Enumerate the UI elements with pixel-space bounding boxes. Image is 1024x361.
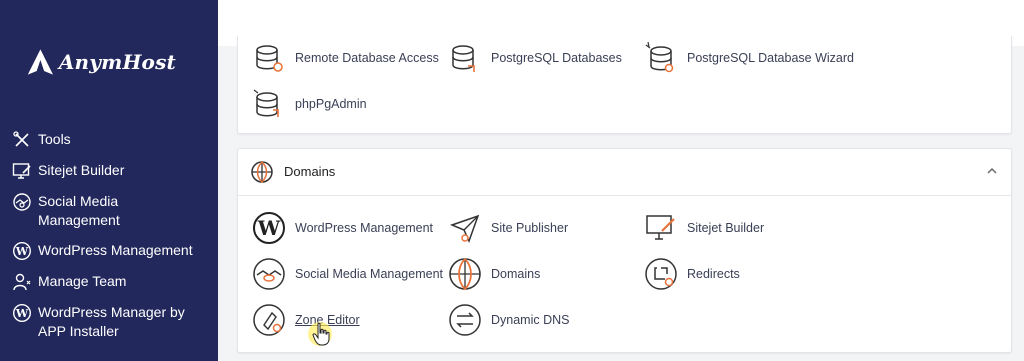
- sidebar-item-label: WordPress Manager by APP Installer: [38, 304, 185, 339]
- database-wizard-icon: [645, 41, 674, 73]
- tile-label: phpPgAdmin: [295, 97, 367, 111]
- dynamic-dns-icon: [449, 304, 481, 336]
- tile-wordpress-management[interactable]: W WordPress Management: [252, 211, 433, 245]
- tile-zone-editor[interactable]: Zone Editor: [252, 303, 360, 337]
- sidebar: AnymHost Tools Sitejet Builder Social Me…: [0, 0, 218, 361]
- monitor-pen-icon: [12, 163, 31, 179]
- wordpress-icon: W: [12, 241, 32, 261]
- tile-redirects[interactable]: Redirects: [644, 257, 740, 291]
- sidebar-item-label: Manage Team: [38, 273, 127, 289]
- sidebar-item-social-media[interactable]: Social Media Management: [0, 192, 218, 232]
- chevron-up-icon[interactable]: [983, 162, 1001, 180]
- tile-label: Dynamic DNS: [491, 313, 570, 327]
- tile-dynamic-dns[interactable]: Dynamic DNS: [448, 303, 570, 337]
- logo-mark-icon: [27, 49, 54, 75]
- tile-label: Domains: [491, 267, 541, 281]
- tile-label: Sitejet Builder: [687, 221, 765, 235]
- wordpress-icon: W: [12, 303, 32, 323]
- postgresql-database-icon: [452, 45, 475, 72]
- monitor-pen-icon: [646, 215, 675, 240]
- social-media-icon: [253, 258, 285, 290]
- databases-panel: Remote Database Access PostgreSQL Databa…: [237, 36, 1012, 134]
- tile-label: PostgreSQL Database Wizard: [687, 51, 854, 65]
- tile-postgresql-databases[interactable]: PostgreSQL Databases: [448, 41, 622, 75]
- tile-remote-database-access[interactable]: Remote Database Access: [252, 41, 439, 75]
- phppgadmin-icon: [253, 89, 279, 117]
- sidebar-item-sitejet-builder[interactable]: Sitejet Builder: [0, 161, 218, 183]
- tile-label: Site Publisher: [491, 221, 569, 235]
- tile-postgresql-database-wizard[interactable]: PostgreSQL Database Wizard: [644, 41, 854, 75]
- tile-label: Social Media Management: [295, 267, 443, 281]
- sidebar-item-manage-team[interactable]: Manage Team: [0, 272, 218, 294]
- domains-panel: Domains W WordPress Management Site Publ…: [237, 148, 1012, 353]
- tile-label: WordPress Management: [295, 221, 434, 235]
- svg-text:W: W: [257, 216, 281, 240]
- svg-text:W: W: [15, 245, 29, 258]
- tile-sitejet-builder[interactable]: Sitejet Builder: [644, 211, 764, 245]
- paper-plane-icon: [449, 214, 480, 243]
- users-icon: [13, 273, 31, 291]
- globe-icon: [449, 258, 481, 291]
- tile-phppgadmin[interactable]: phpPgAdmin: [252, 87, 367, 121]
- sidebar-item-label: Sitejet Builder: [38, 162, 125, 178]
- tile-label: PostgreSQL Databases: [491, 51, 622, 65]
- sidebar-item-label: WordPress Management: [38, 242, 193, 258]
- tile-domains[interactable]: Domains: [448, 257, 540, 291]
- tile-label: Redirects: [687, 267, 740, 281]
- sidebar-nav: Tools Sitejet Builder Social Media Manag…: [0, 128, 218, 343]
- svg-text:W: W: [15, 307, 29, 320]
- tile-social-media-management[interactable]: Social Media Management: [252, 257, 443, 291]
- hand-pointer-icon: [312, 322, 330, 346]
- panel-title: Domains: [284, 164, 336, 179]
- tools-icon: [13, 131, 29, 147]
- sidebar-item-label: Tools: [38, 131, 71, 147]
- tile-label: Remote Database Access: [295, 51, 439, 65]
- zone-editor-icon: [253, 304, 285, 336]
- domains-panel-header[interactable]: Domains: [238, 149, 1011, 196]
- globe-icon: [251, 161, 273, 184]
- sidebar-item-tools[interactable]: Tools: [0, 130, 218, 152]
- sidebar-item-wordpress-management[interactable]: W WordPress Management: [0, 241, 218, 263]
- brand-logo[interactable]: AnymHost: [26, 44, 176, 80]
- social-media-icon: [13, 193, 31, 211]
- tile-site-publisher[interactable]: Site Publisher: [448, 211, 568, 245]
- database-icon: [256, 45, 283, 72]
- sidebar-item-label: Social Media Management: [38, 193, 120, 228]
- sidebar-item-wordpress-manager[interactable]: W WordPress Manager by APP Installer: [0, 303, 218, 343]
- logo-text: AnymHost: [58, 50, 176, 74]
- wordpress-icon: W: [253, 212, 285, 244]
- redirect-icon: [645, 258, 677, 290]
